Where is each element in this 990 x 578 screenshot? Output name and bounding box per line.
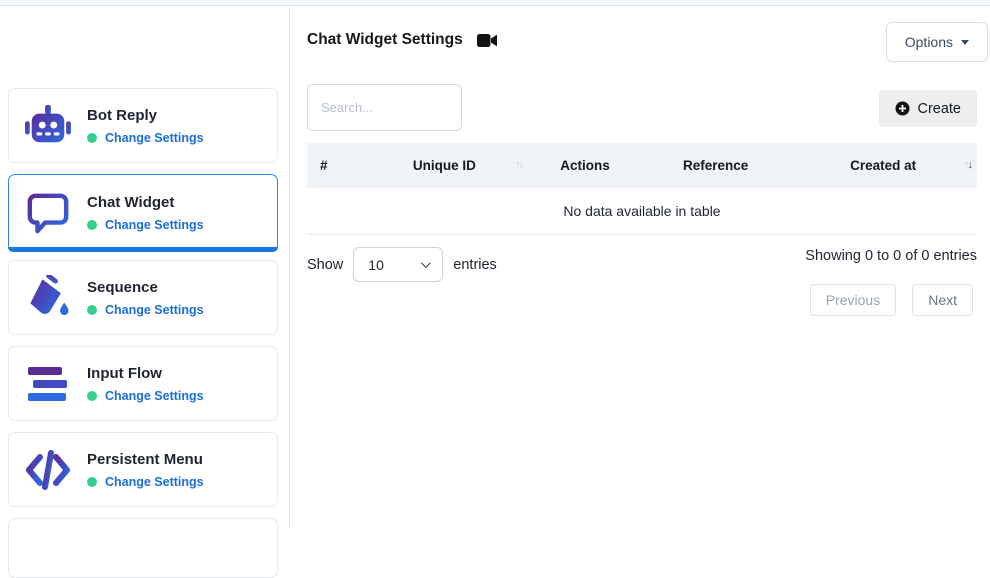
top-strip [0,0,990,6]
sidebar-item-input-flow[interactable]: Input Flow Change Settings [8,346,278,421]
pagination-controls: Previous Next [810,284,973,316]
create-button-label: Create [917,101,961,117]
sidebar-item-title: Sequence [87,279,204,296]
robot-icon [23,104,73,148]
data-table: # Unique ID ↑↓ Actions Reference Created… [307,143,977,235]
bars-icon [23,365,73,403]
sidebar-item-chat-widget[interactable]: Chat Widget Change Settings [8,174,278,252]
status-dot [87,220,97,230]
change-settings-link[interactable]: Change Settings [105,475,204,489]
page: Bot Reply Change Settings Chat Widget Ch… [0,0,990,529]
video-camera-icon [477,33,498,48]
change-settings-link[interactable]: Change Settings [105,218,204,232]
status-dot [87,133,97,143]
sidebar: Bot Reply Change Settings Chat Widget Ch… [0,7,289,529]
sidebar-item-title: Chat Widget [87,194,204,211]
sidebar-item-title: Persistent Menu [87,451,204,468]
sidebar-item-title: Input Flow [87,365,204,382]
page-size-row: Show 10 entries [307,247,497,282]
caret-down-icon [961,40,969,45]
sidebar-item-partial[interactable] [8,518,278,578]
entries-summary: Showing 0 to 0 of 0 entries [805,248,977,264]
status-dot [87,477,97,487]
create-button[interactable]: Create [879,90,977,127]
column-header-created-at[interactable]: Created at ↑↓ [789,158,977,173]
column-header-unique-id[interactable]: Unique ID ↑↓ [361,158,529,173]
status-dot [87,391,97,401]
sort-icon[interactable]: ↑↓ [515,159,522,171]
paint-bucket-icon [23,275,73,321]
change-settings-link[interactable]: Change Settings [105,389,204,403]
next-button[interactable]: Next [912,284,973,316]
previous-button[interactable]: Previous [810,284,896,316]
sidebar-divider [289,7,290,529]
table-header-row: # Unique ID ↑↓ Actions Reference Created… [307,143,977,188]
page-title-row: Chat Widget Settings [307,31,498,49]
change-settings-link[interactable]: Change Settings [105,303,204,317]
chat-bubble-icon [23,191,73,235]
options-button-label: Options [905,34,953,50]
show-label: Show [307,257,343,273]
page-title: Chat Widget Settings [307,31,463,49]
active-indicator-bar [8,247,278,252]
sidebar-item-sequence[interactable]: Sequence Change Settings [8,260,278,335]
status-dot [87,305,97,315]
code-icon [23,450,73,490]
sort-icon[interactable]: ↑↓ [964,159,971,171]
search-input[interactable] [307,84,462,131]
chevron-down-icon [421,258,431,268]
sidebar-item-persistent-menu[interactable]: Persistent Menu Change Settings [8,432,278,507]
column-header-index[interactable]: # [307,158,361,173]
entries-label: entries [453,257,497,273]
page-size-value: 10 [368,257,384,273]
column-header-reference[interactable]: Reference [642,158,789,173]
page-size-select[interactable]: 10 [353,247,443,282]
column-header-actions[interactable]: Actions [528,158,642,173]
change-settings-link[interactable]: Change Settings [105,131,204,145]
table-empty-message: No data available in table [307,188,977,235]
options-button[interactable]: Options [886,22,988,62]
plus-circle-icon [895,101,910,116]
sidebar-item-bot-reply[interactable]: Bot Reply Change Settings [8,88,278,163]
sidebar-item-title: Bot Reply [87,107,204,124]
